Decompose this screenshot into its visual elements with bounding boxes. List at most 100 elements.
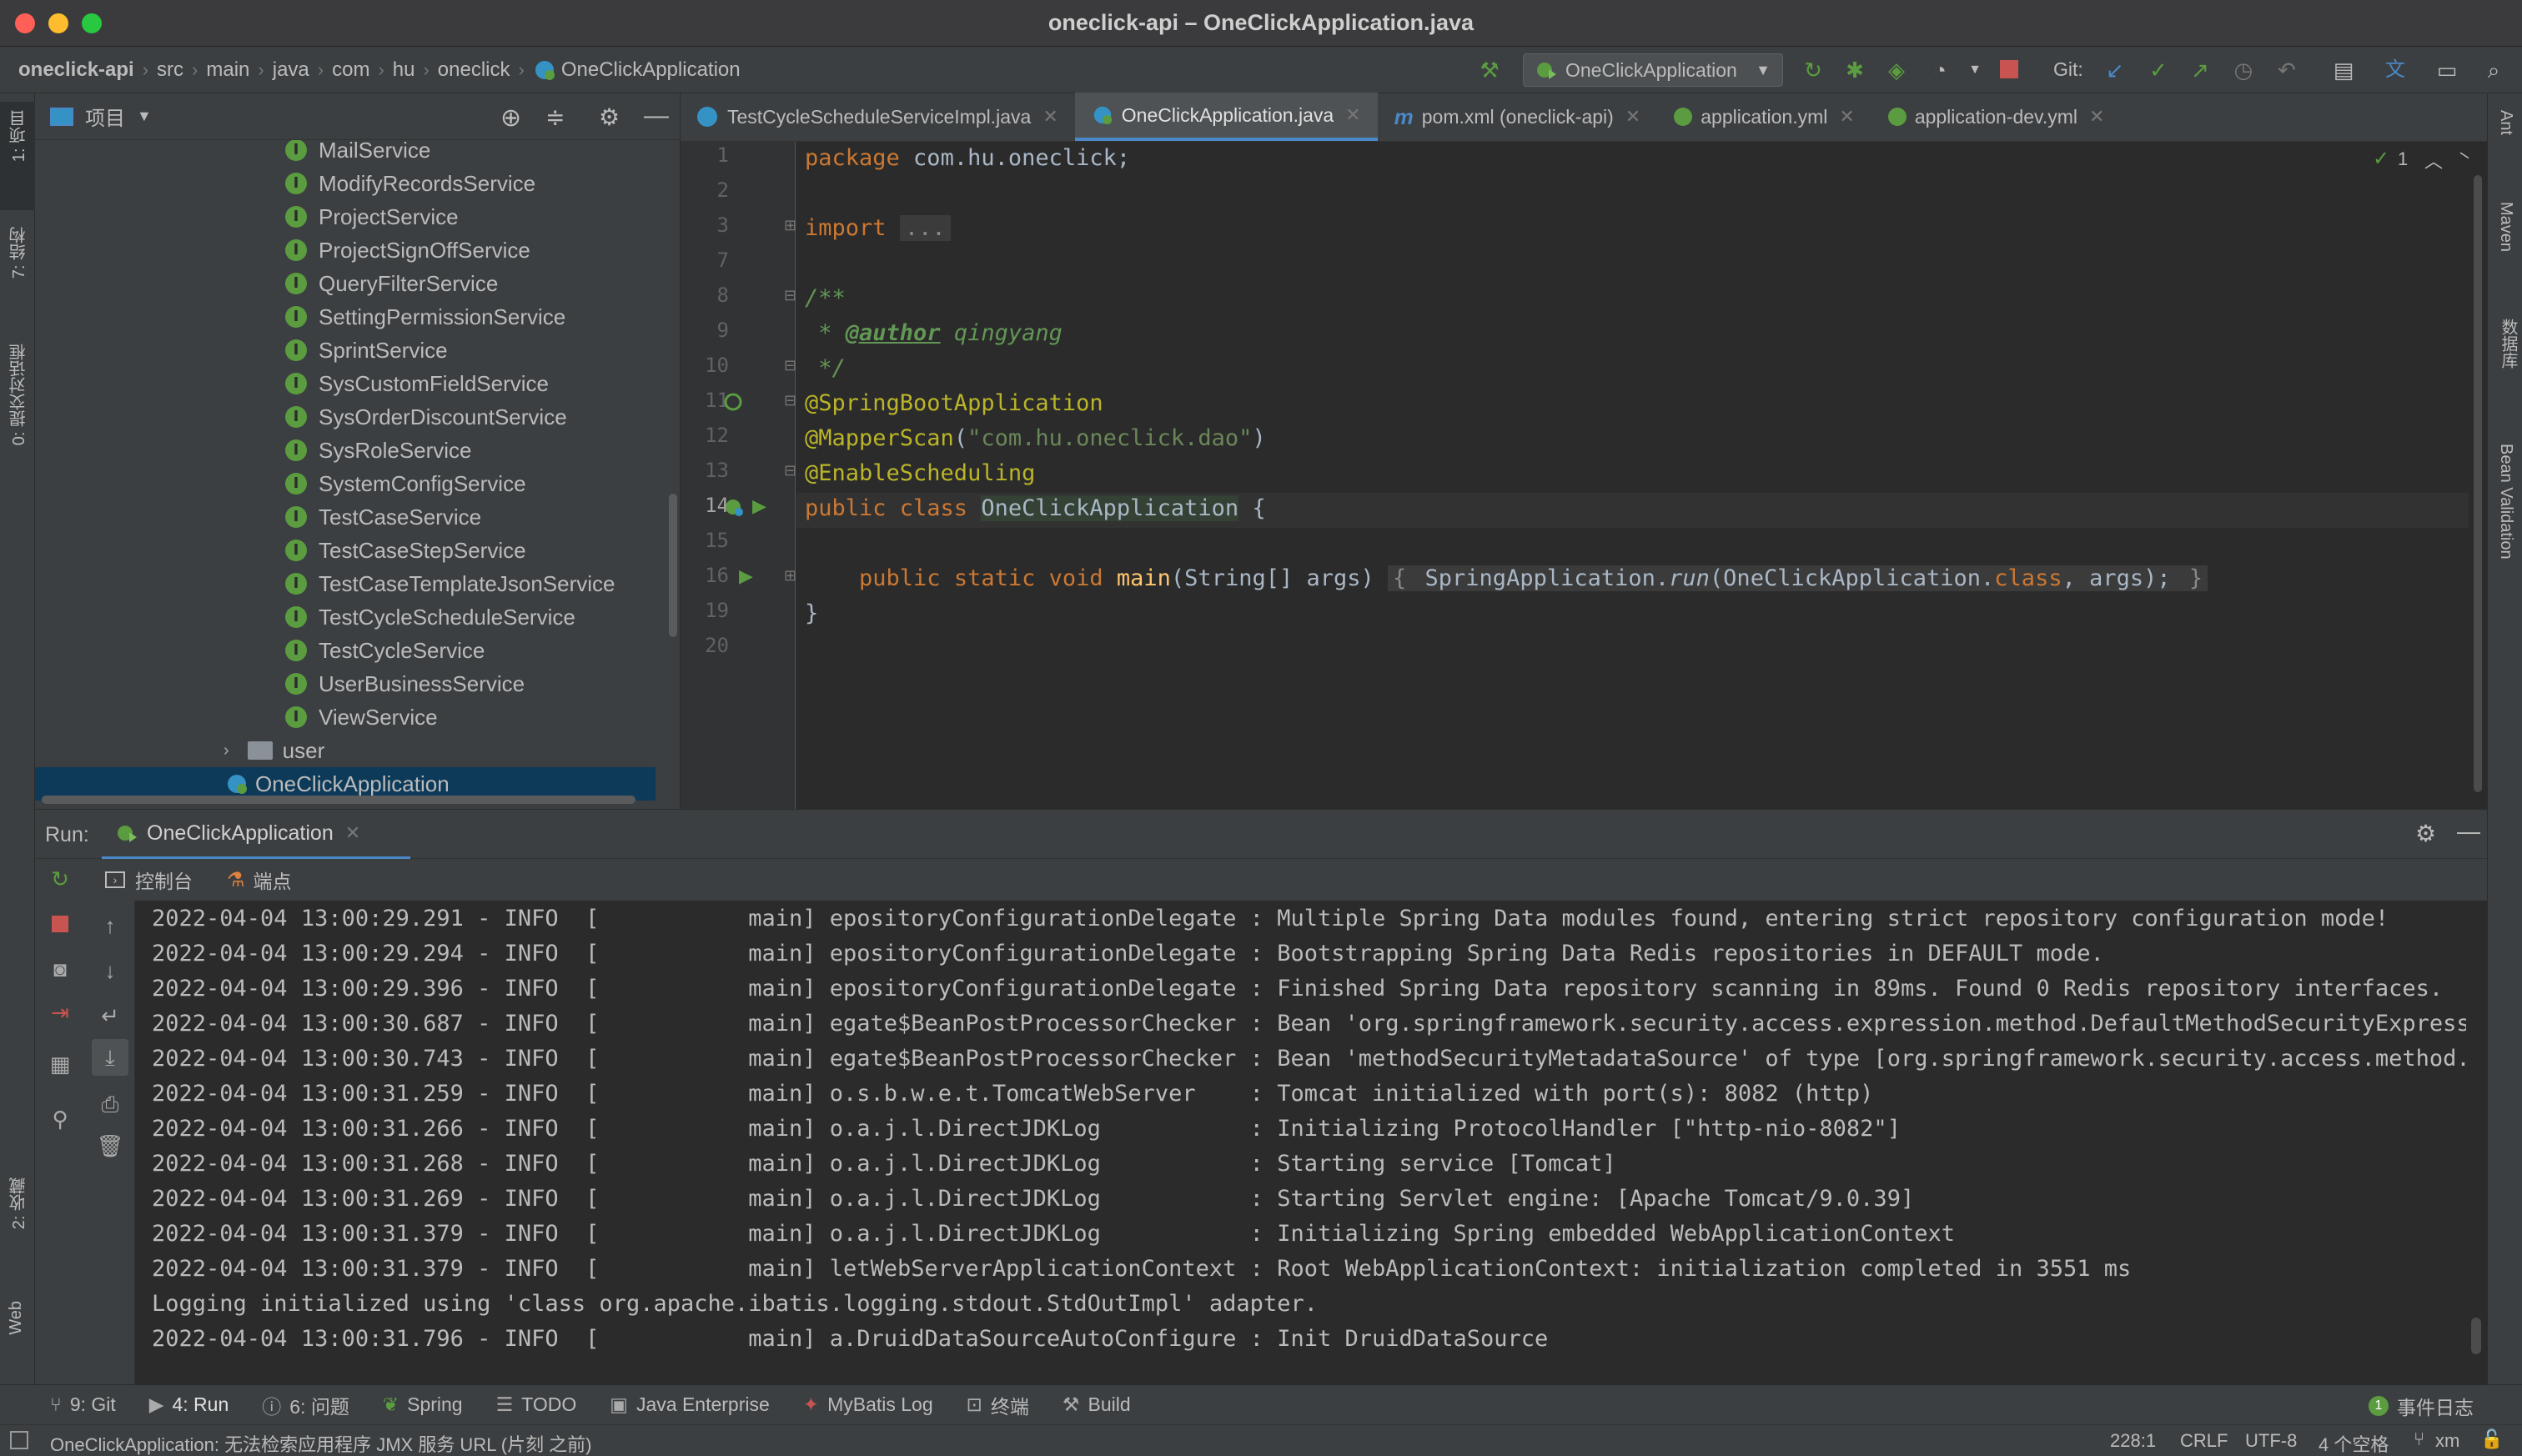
arrow-up-icon[interactable]: ↑ <box>95 911 125 941</box>
breadcrumb-item[interactable]: oneclick <box>438 58 510 82</box>
tool-button-java-enterprise[interactable]: ▣ Java Enterprise <box>610 1393 770 1416</box>
stop-icon[interactable] <box>2000 60 2018 78</box>
tool-button-todo[interactable]: ☰ TODO <box>496 1393 577 1416</box>
editor-vertical-scrollbar[interactable] <box>2474 175 2482 792</box>
stop-icon[interactable] <box>52 916 68 932</box>
tree-item-interface[interactable]: I SettingPermissionService <box>285 300 565 334</box>
run-config-dropdown[interactable]: OneClickApplication ▼ <box>1523 53 1783 87</box>
tool-tab-database[interactable]: 数据库 <box>2496 319 2520 369</box>
console-vertical-scrollbar[interactable] <box>2471 1318 2481 1354</box>
tool-tab-ant[interactable]: Ant <box>2496 110 2515 135</box>
chevron-up-icon[interactable]: ︿ <box>2424 147 2443 173</box>
tool-tab-web[interactable]: Web <box>7 1301 26 1335</box>
tree-item-interface[interactable]: I TestCaseStepService <box>285 534 526 567</box>
minimize-panel-icon[interactable]: — <box>644 102 669 130</box>
tool-button-build[interactable]: ⚒ Build <box>1063 1393 1131 1416</box>
tree-item-interface[interactable]: I QueryFilterService <box>285 267 498 300</box>
editor-tab[interactable]: TestCycleScheduleServiceImpl.java ✕ <box>681 93 1075 141</box>
rerun-icon[interactable]: ↻ <box>1800 57 1826 83</box>
tool-button-problems[interactable]: ⓘ 6: 问题 <box>262 1391 349 1419</box>
caret-position[interactable]: 228:1 <box>2110 1430 2156 1452</box>
rollback-icon[interactable]: ↶ <box>2273 57 2300 83</box>
locate-file-icon[interactable]: ⊕ <box>500 103 521 133</box>
tool-button-mybatis-log[interactable]: ✦ MyBatis Log <box>803 1393 933 1416</box>
print-icon[interactable]: ⎙ <box>95 1089 125 1119</box>
tree-item-interface[interactable]: I ProjectService <box>285 200 459 233</box>
tool-tab-structure[interactable]: 7: 结构 <box>7 227 31 279</box>
fold-icon[interactable]: ⊟ <box>784 357 796 374</box>
close-tab-icon[interactable]: ✕ <box>1042 106 1058 128</box>
breadcrumb-item[interactable]: src <box>157 58 183 82</box>
git-push-icon[interactable]: ↗ <box>2187 57 2213 83</box>
tree-item-interface[interactable]: I ModifyRecordsService <box>285 167 535 200</box>
folded-region[interactable]: ... <box>899 215 951 241</box>
presentation-icon[interactable]: ▭ <box>2434 57 2460 83</box>
git-branch[interactable]: xm <box>2435 1430 2459 1452</box>
close-tab-icon[interactable]: ✕ <box>1839 106 1854 128</box>
tree-vertical-scrollbar[interactable] <box>669 494 677 637</box>
tree-item-interface[interactable]: I SystemConfigService <box>285 467 526 500</box>
close-tab-icon[interactable]: ✕ <box>1345 104 1360 126</box>
tree-item-interface[interactable]: I MailService <box>285 140 430 167</box>
tree-folder-user[interactable]: › user <box>224 734 324 767</box>
tree-item-interface[interactable]: I TestCycleService <box>285 634 485 667</box>
breadcrumb-item-project[interactable]: oneclick-api <box>18 58 134 82</box>
tree-item-interface[interactable]: I SysRoleService <box>285 434 472 467</box>
close-tab-icon[interactable]: ✕ <box>345 822 360 844</box>
tree-item-interface[interactable]: I TestCaseService <box>285 500 481 534</box>
breadcrumb-item[interactable]: java <box>273 58 309 82</box>
tool-tab-project[interactable]: 1: 项目 <box>7 110 31 162</box>
git-update-icon[interactable]: ↙ <box>2102 57 2128 83</box>
tool-button-terminal[interactable]: ⊡ 终端 <box>967 1391 1029 1419</box>
tool-button-git[interactable]: ⑂ 9: Git <box>50 1393 116 1416</box>
tool-button-spring[interactable]: ❦ Spring <box>383 1393 463 1416</box>
debug-bug-icon[interactable]: ✱ <box>1841 57 1868 83</box>
layout-toggle-icon[interactable] <box>10 1431 28 1449</box>
fold-icon[interactable]: ⊞ <box>784 567 796 585</box>
run-tab-active[interactable]: OneClickApplication ✕ <box>102 810 410 860</box>
file-encoding[interactable]: UTF-8 <box>2245 1430 2297 1452</box>
gear-icon[interactable]: ⚙ <box>2415 820 2436 847</box>
tab-endpoints[interactable]: ⚗ 端点 <box>227 859 292 901</box>
run-gutter-icon[interactable]: ▶ <box>752 495 766 517</box>
trash-icon[interactable]: 🗑 <box>95 1131 125 1161</box>
git-commit-check-icon[interactable]: ✓ <box>2145 57 2172 83</box>
editor-tab[interactable]: application-dev.yml ✕ <box>1871 93 2122 141</box>
breadcrumb-item-class[interactable]: OneClickApplication <box>533 58 741 82</box>
translate-icon[interactable]: 文 <box>2382 57 2409 83</box>
gear-icon[interactable]: ⚙ <box>599 103 620 131</box>
collapse-all-icon[interactable]: ≑ <box>545 103 565 131</box>
arrow-down-icon[interactable]: ↓ <box>95 956 125 986</box>
project-structure-icon[interactable]: ▤ <box>2330 57 2357 83</box>
breadcrumb-item[interactable]: hu <box>393 58 415 82</box>
profiler-icon[interactable]: ◔ <box>1927 57 1953 83</box>
lock-icon[interactable]: 🔓 <box>2480 1428 2503 1450</box>
indent-setting[interactable]: 4 个空格 <box>2319 1430 2389 1456</box>
fold-icon[interactable]: ⊟ <box>784 287 796 304</box>
spring-bean-gutter-icon[interactable] <box>722 390 746 414</box>
history-clock-icon[interactable]: ◷ <box>2230 57 2257 83</box>
spring-bean-gutter-icon[interactable] <box>722 495 746 519</box>
soft-wrap-icon[interactable]: ↵ <box>95 1001 125 1031</box>
project-view-title[interactable]: 项目 <box>85 102 125 131</box>
profiler-dropdown-icon[interactable]: ▼ <box>1962 57 1988 83</box>
close-tab-icon[interactable]: ✕ <box>1625 106 1640 128</box>
console-output[interactable]: 2022-04-04 13:00:29.291 - INFO [ main] e… <box>135 901 2466 1368</box>
breadcrumb-item[interactable]: com <box>332 58 369 82</box>
editor-tab[interactable]: m pom.xml (oneclick-api) ✕ <box>1378 93 1658 141</box>
coverage-icon[interactable]: ◈ <box>1883 57 1910 83</box>
tool-tab-favorites[interactable]: 2: 收藏 <box>7 1177 31 1229</box>
tree-item-interface[interactable]: I SysOrderDiscountService <box>285 400 567 434</box>
line-separator[interactable]: CRLF <box>2180 1430 2228 1452</box>
code-editor[interactable]: package com.hu.oneclick; import ... /** … <box>796 142 2478 809</box>
editor-tab[interactable]: application.yml ✕ <box>1657 93 1871 141</box>
rerun-icon[interactable]: ↻ <box>45 864 75 894</box>
scroll-to-end-icon[interactable]: ⤓ <box>95 1042 125 1072</box>
camera-icon[interactable]: ◙ <box>45 954 75 984</box>
search-icon[interactable]: ⌕ <box>2480 57 2507 83</box>
tree-item-interface[interactable]: I ProjectSignOffService <box>285 233 530 267</box>
tree-item-interface[interactable]: I SprintService <box>285 334 448 367</box>
inspection-ok-icon[interactable]: ✓ <box>2373 147 2389 171</box>
pin-icon[interactable]: ⚲ <box>45 1104 75 1134</box>
tool-button-run[interactable]: ▶ 4: Run <box>149 1393 229 1416</box>
